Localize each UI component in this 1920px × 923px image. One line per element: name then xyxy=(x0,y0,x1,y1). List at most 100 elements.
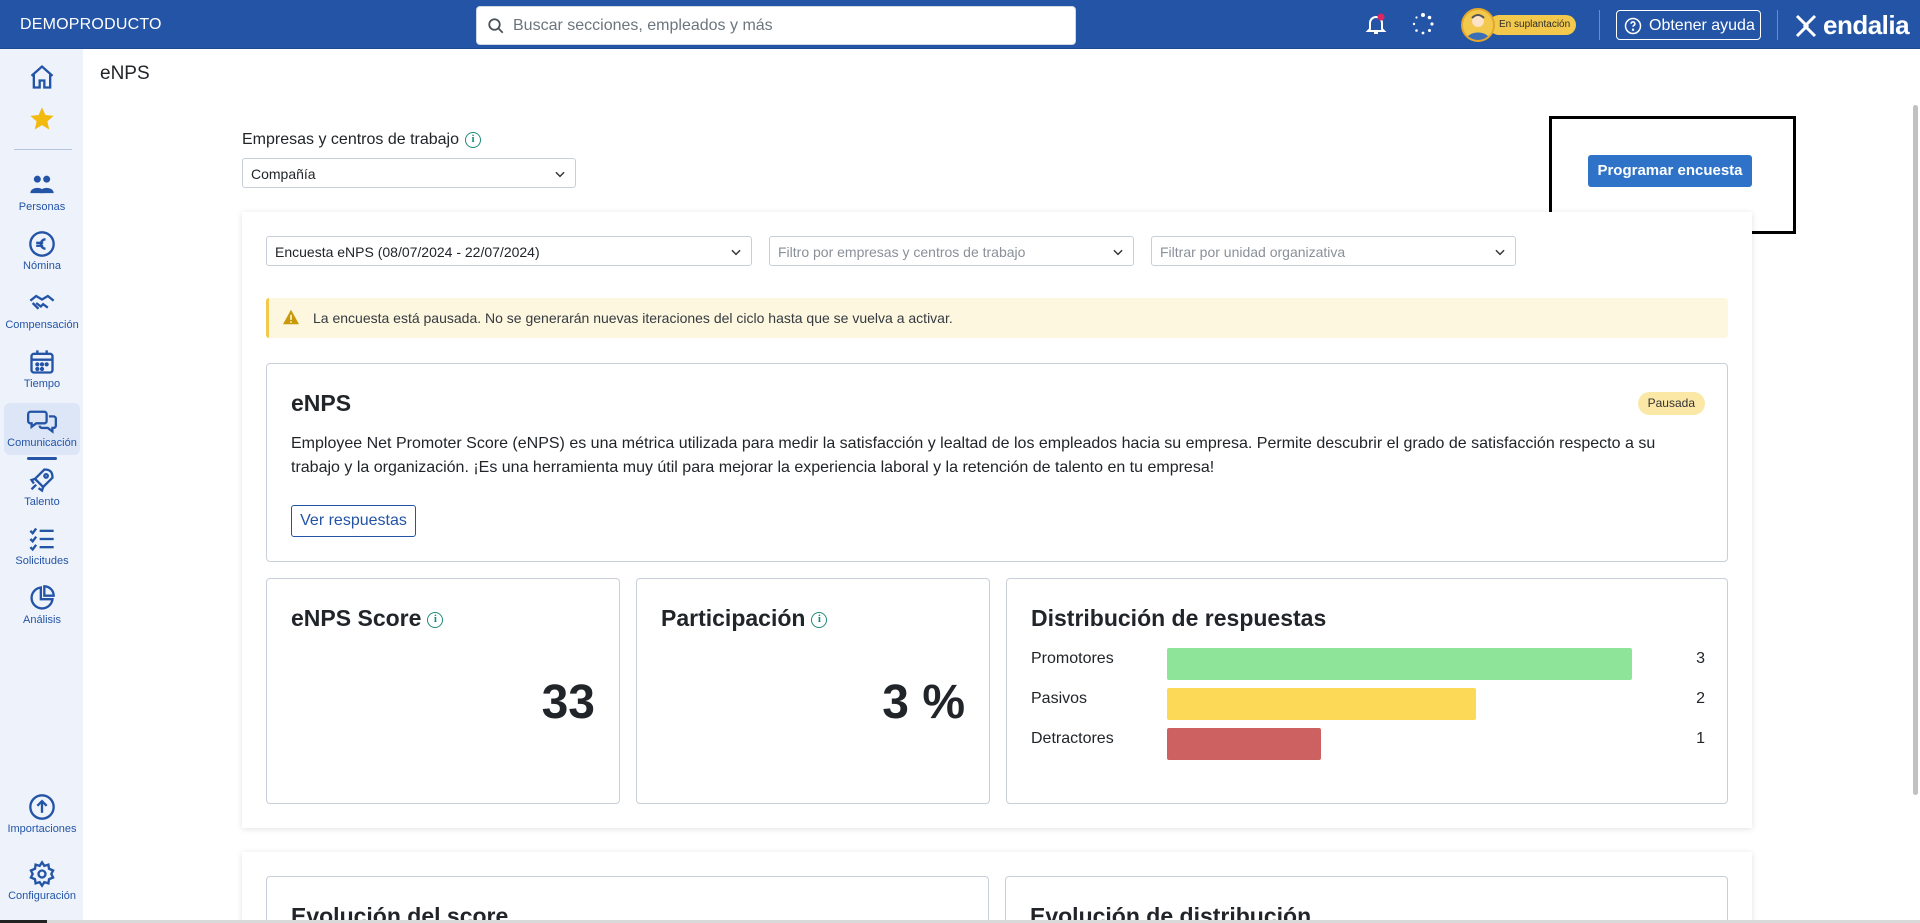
help-circle-icon xyxy=(1624,17,1642,35)
user-menu[interactable]: En suplantación xyxy=(1461,8,1577,42)
enps-info-card: eNPS Pausada Employee Net Promoter Score… xyxy=(266,363,1728,562)
enps-description: Employee Net Promoter Score (eNPS) es un… xyxy=(291,435,1656,476)
top-bar: DEMOPRODUCTO En suplantación Obtener ayu… xyxy=(0,0,1920,49)
view-responses-button[interactable]: Ver respuestas xyxy=(291,505,416,537)
rocket-icon xyxy=(29,468,54,493)
page-title: eNPS xyxy=(100,63,150,84)
chevron-down-icon xyxy=(731,249,741,256)
sidebar-item-label: Nómina xyxy=(23,260,61,272)
chevron-down-icon xyxy=(1113,249,1123,256)
sidebar-item-compensacion[interactable]: Compensación xyxy=(4,285,80,337)
spinner-icon[interactable] xyxy=(1411,12,1435,36)
vertical-scrollbar[interactable] xyxy=(1913,105,1918,795)
chevron-down-icon xyxy=(1495,249,1505,256)
endalia-logo-icon xyxy=(1795,14,1817,38)
info-icon[interactable]: i xyxy=(427,611,444,628)
info-icon[interactable]: i xyxy=(465,131,481,148)
sidebar-item-label: Talento xyxy=(24,496,60,508)
distribution-label-promotores: Promotores xyxy=(1031,650,1114,667)
survey-select-value: Encuesta eNPS (08/07/2024 - 22/07/2024) xyxy=(275,244,540,260)
euro-icon xyxy=(29,231,55,257)
participation-card-title: Participación xyxy=(661,605,806,631)
distribution-card: Distribución de respuestas Promotores 3 … xyxy=(1006,578,1728,804)
distribution-count-promotores: 3 xyxy=(1696,650,1705,667)
sidebar-item-label: Configuración xyxy=(8,890,76,902)
logo-text: endalia xyxy=(1823,10,1910,40)
sidebar-separator xyxy=(14,149,72,150)
search-input[interactable] xyxy=(513,7,1063,44)
sidebar-item-label: Personas xyxy=(18,201,66,213)
company-filter-label-text: Empresas y centros de trabajo xyxy=(242,131,459,148)
score-card-title-row: eNPS Score i xyxy=(291,605,444,632)
sidebar-item-talento[interactable]: Talento xyxy=(4,462,80,514)
pie-chart-icon xyxy=(30,585,55,610)
info-icon[interactable]: i xyxy=(811,611,828,628)
participation-card: Participación i 3 % xyxy=(636,578,990,804)
topbar-divider xyxy=(1599,10,1600,40)
distribution-bar-pasivos xyxy=(1167,688,1476,720)
enps-score-value: 33 xyxy=(541,676,595,729)
chat-icon xyxy=(27,410,57,434)
help-button[interactable]: Obtener ayuda xyxy=(1616,10,1761,40)
impersonation-badge: En suplantación xyxy=(1489,15,1577,35)
sidebar-item-label: Importaciones xyxy=(7,823,77,835)
sidebar-item-favorites[interactable] xyxy=(4,101,80,153)
distribution-label-pasivos: Pasivos xyxy=(1031,690,1088,707)
paused-alert: La encuesta está pausada. No se generará… xyxy=(266,298,1728,338)
company-filter-label: Empresas y centros de trabajo i xyxy=(242,131,481,149)
handshake-icon xyxy=(29,294,55,310)
unit-filter-placeholder: Filtrar por unidad organizativa xyxy=(1160,244,1346,260)
sidebar-item-analisis[interactable]: Análisis xyxy=(4,580,80,632)
search-icon xyxy=(488,18,504,34)
alert-text: La encuesta está pausada. No se generará… xyxy=(313,310,953,326)
company-filter-select[interactable]: Filtro por empresas y centros de trabajo xyxy=(769,236,1134,266)
gear-icon xyxy=(29,860,55,888)
bell-icon[interactable] xyxy=(1364,12,1388,36)
brand-name[interactable]: DEMOPRODUCTO xyxy=(20,16,162,34)
active-indicator xyxy=(27,457,57,460)
enps-card-title: eNPS xyxy=(291,390,352,416)
global-search[interactable] xyxy=(476,6,1076,45)
sidebar-item-comunicacion[interactable]: Comunicación xyxy=(4,403,80,455)
sidebar-item-label: Solicitudes xyxy=(15,555,69,567)
sidebar-item-importaciones[interactable]: Importaciones xyxy=(4,789,80,841)
sidebar-item-personas[interactable]: Personas xyxy=(4,167,80,219)
star-icon xyxy=(30,107,54,130)
avatar[interactable] xyxy=(1461,8,1495,42)
endalia-logo[interactable]: endalia xyxy=(1793,10,1910,40)
calendar-icon xyxy=(30,350,54,374)
distribution-count-detractores: 1 xyxy=(1696,730,1705,747)
company-filter-placeholder: Filtro por empresas y centros de trabajo xyxy=(778,244,1026,260)
distribution-bar-promotores xyxy=(1167,648,1632,680)
checklist-icon xyxy=(29,527,54,552)
topbar-divider xyxy=(1777,10,1778,40)
distribution-card-title: Distribución de respuestas xyxy=(1031,605,1327,631)
avatar-illustration-icon xyxy=(1466,14,1490,40)
unit-filter-select[interactable]: Filtrar por unidad organizativa xyxy=(1151,236,1516,266)
distribution-bar-detractores xyxy=(1167,728,1321,760)
participation-card-title-row: Participación i xyxy=(661,605,828,632)
distribution-evolution-card: Evolución de distribución xyxy=(1005,876,1728,923)
company-select[interactable]: Compañía xyxy=(242,158,576,188)
distribution-label-detractores: Detractores xyxy=(1031,730,1114,747)
home-icon xyxy=(30,64,54,89)
participation-value: 3 % xyxy=(882,676,965,729)
score-card-title: eNPS Score xyxy=(291,605,422,631)
sidebar-item-tiempo[interactable]: Tiempo xyxy=(4,344,80,396)
help-button-label: Obtener ayuda xyxy=(1649,17,1755,34)
sidebar-item-nomina[interactable]: Nómina xyxy=(4,226,80,278)
upload-icon xyxy=(29,794,55,820)
chevron-down-icon xyxy=(555,171,565,178)
impersonation-badge-text: En suplantación xyxy=(1499,19,1571,30)
sidebar-item-label: Compensación xyxy=(5,319,79,331)
sidebar-item-label: Análisis xyxy=(23,614,61,626)
score-evolution-card: Evolución del score xyxy=(266,876,989,923)
distribution-count-pasivos: 2 xyxy=(1696,690,1705,707)
sidebar-item-solicitudes[interactable]: Solicitudes xyxy=(4,521,80,573)
status-badge: Pausada xyxy=(1637,392,1705,415)
people-icon xyxy=(30,175,54,194)
survey-select[interactable]: Encuesta eNPS (08/07/2024 - 22/07/2024) xyxy=(266,236,752,266)
sidebar: Personas Nómina Compensación Tiempo Comu… xyxy=(0,49,83,923)
company-select-value: Compañía xyxy=(251,166,316,182)
sidebar-item-configuracion[interactable]: Configuración xyxy=(4,856,80,908)
